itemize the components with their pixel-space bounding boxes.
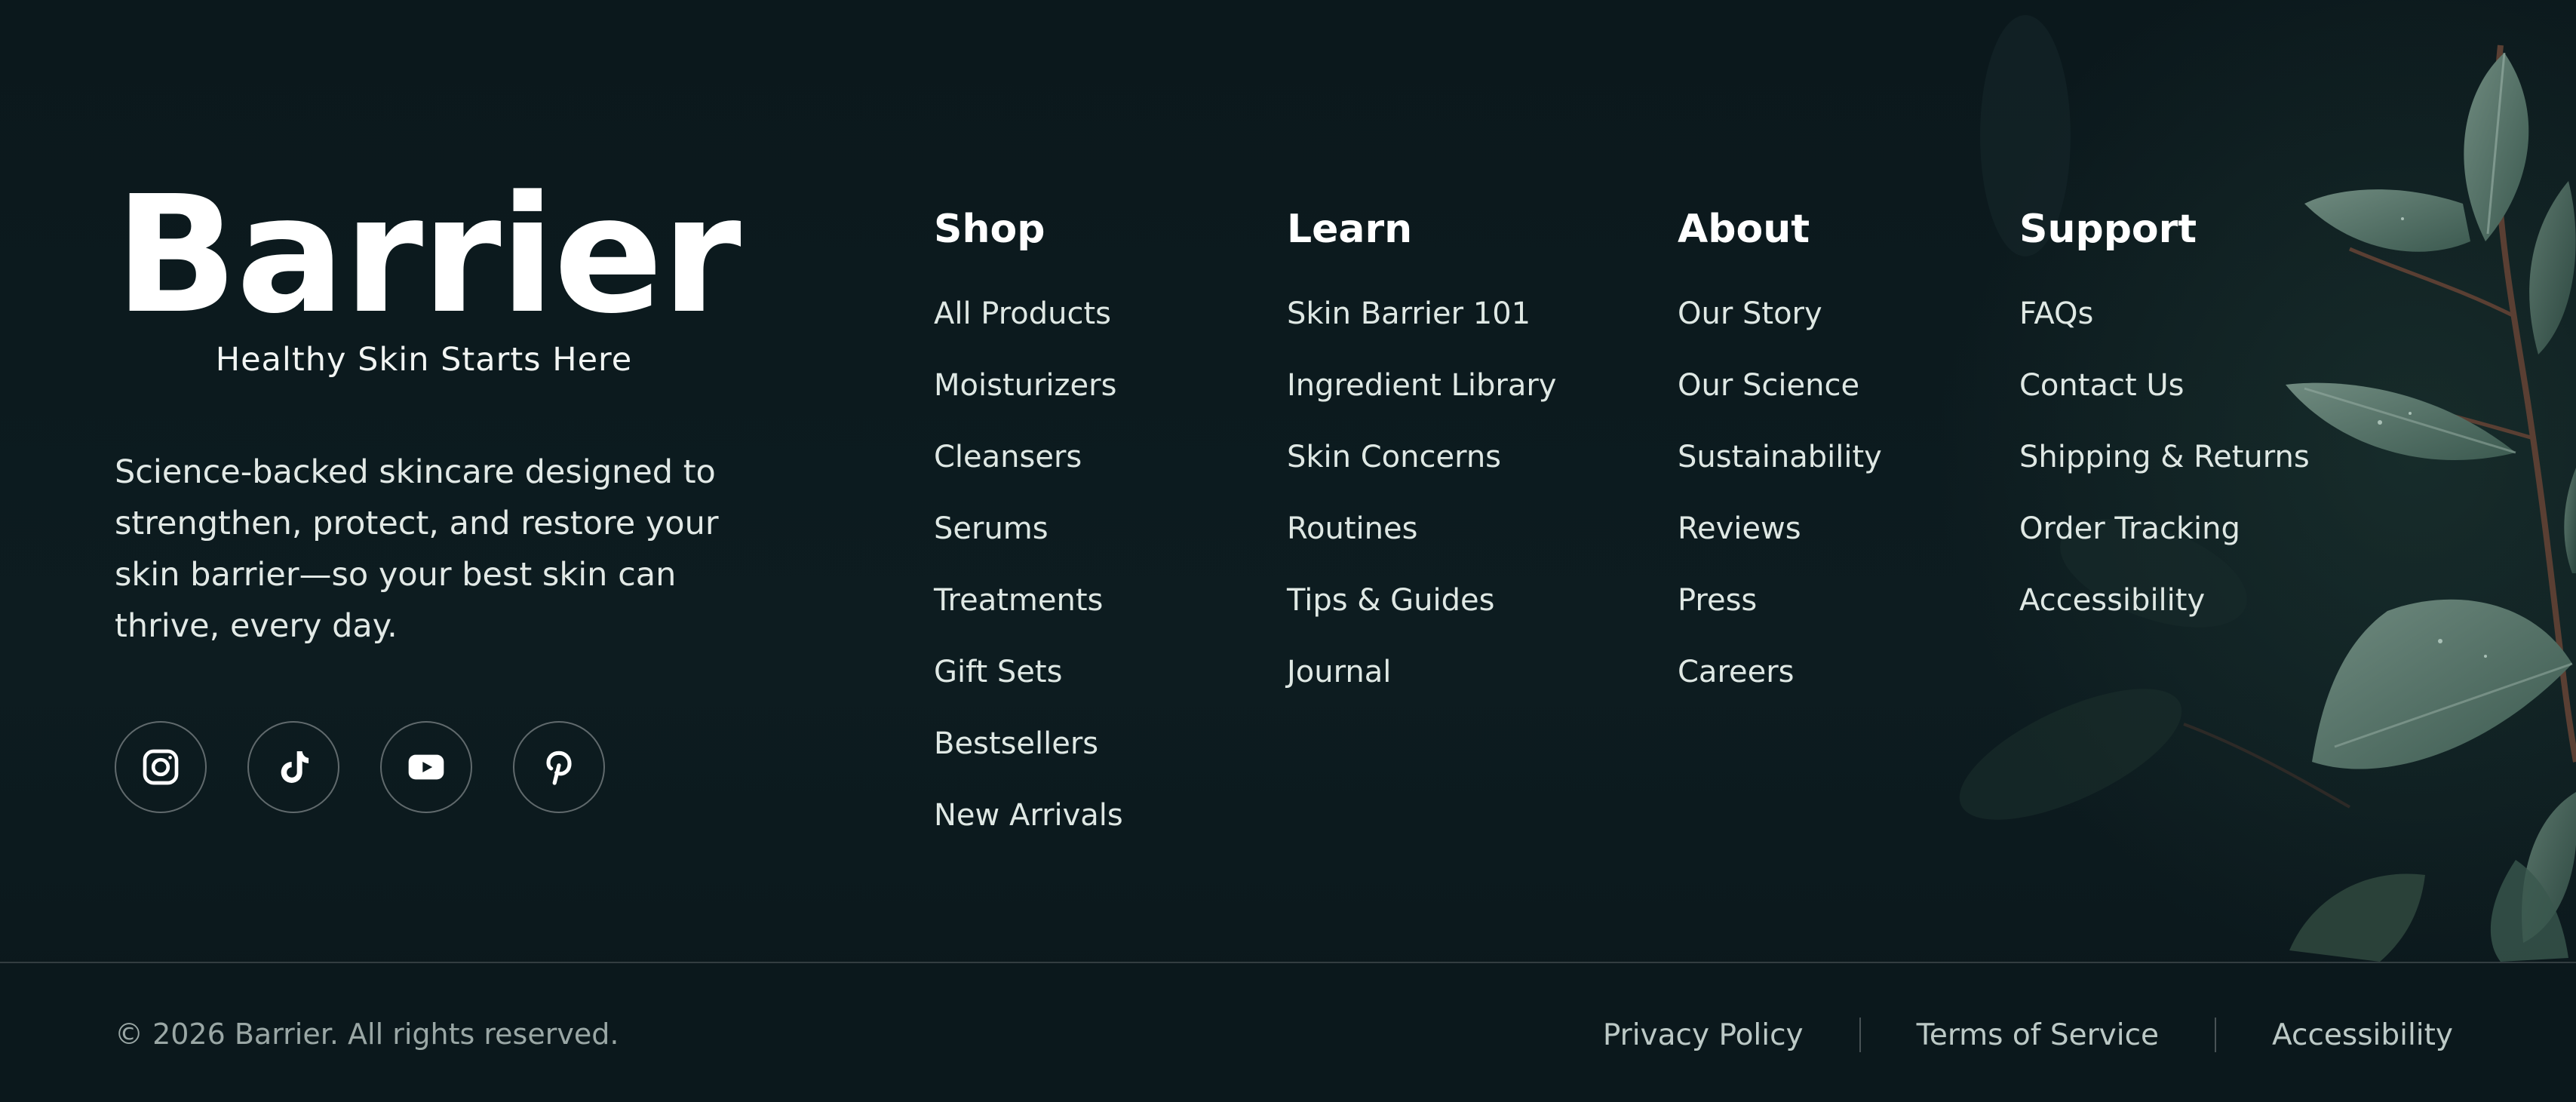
- accessibility-link[interactable]: Accessibility: [2272, 1018, 2453, 1052]
- footer-link-routines[interactable]: Routines: [1287, 511, 1556, 547]
- footer-link-cleansers[interactable]: Cleansers: [934, 439, 1123, 475]
- privacy-policy-link[interactable]: Privacy Policy: [1603, 1018, 1804, 1052]
- footer-link-skin-concerns[interactable]: Skin Concerns: [1287, 439, 1556, 475]
- footer-link-journal[interactable]: Journal: [1287, 654, 1556, 690]
- legal-separator: [2215, 1018, 2217, 1052]
- tiktok-icon: [281, 751, 309, 783]
- copyright-text: © 2026 Barrier. All rights reserved.: [115, 1018, 619, 1051]
- footer-link-reviews[interactable]: Reviews: [1678, 511, 1882, 547]
- footer-link-skin-barrier-101[interactable]: Skin Barrier 101: [1287, 296, 1556, 332]
- footer-column-about: About Our Story Our Science Sustainabili…: [1678, 205, 1882, 726]
- brand-logo[interactable]: Barrier: [115, 175, 741, 336]
- footer-column-shop: Shop All Products Moisturizers Cleansers…: [934, 205, 1123, 869]
- footer-link-all-products[interactable]: All Products: [934, 296, 1123, 332]
- footer-column-learn: Learn Skin Barrier 101 Ingredient Librar…: [1287, 205, 1556, 726]
- column-title-about: About: [1678, 207, 1810, 252]
- footer-link-press[interactable]: Press: [1678, 582, 1882, 619]
- tiktok-link[interactable]: [247, 721, 339, 813]
- pinterest-link[interactable]: [513, 721, 605, 813]
- footer-link-sustainability[interactable]: Sustainability: [1678, 439, 1882, 475]
- brand-description: Science-backed skincare designed to stre…: [115, 453, 719, 645]
- footer-link-new-arrivals[interactable]: New Arrivals: [934, 797, 1123, 833]
- footer-link-tips-guides[interactable]: Tips & Guides: [1287, 582, 1556, 619]
- footer-link-accessibility[interactable]: Accessibility: [2019, 582, 2310, 619]
- instagram-link[interactable]: [115, 721, 207, 813]
- brand-block: Barrier Healthy Skin Starts Here: [115, 175, 741, 379]
- footer-link-serums[interactable]: Serums: [934, 511, 1123, 547]
- footer-column-support: Support FAQs Contact Us Shipping & Retur…: [2019, 205, 2310, 654]
- legal-separator: [1859, 1018, 1861, 1052]
- footer-link-ingredient-library[interactable]: Ingredient Library: [1287, 367, 1556, 404]
- footer-link-order-tracking[interactable]: Order Tracking: [2019, 511, 2310, 547]
- column-title-learn: Learn: [1287, 207, 1413, 252]
- footer-link-treatments[interactable]: Treatments: [934, 582, 1123, 619]
- instagram-icon: [143, 749, 179, 785]
- footer-bottom-bar: © 2026 Barrier. All rights reserved. Pri…: [0, 963, 2576, 1102]
- youtube-link[interactable]: [380, 721, 472, 813]
- social-links: [115, 721, 605, 813]
- youtube-icon: [408, 754, 444, 780]
- footer-link-faqs[interactable]: FAQs: [2019, 296, 2310, 332]
- footer-link-contact-us[interactable]: Contact Us: [2019, 367, 2310, 404]
- pinterest-icon: [546, 751, 572, 785]
- column-title-shop: Shop: [934, 207, 1045, 252]
- column-title-support: Support: [2019, 207, 2197, 252]
- footer-link-careers[interactable]: Careers: [1678, 654, 1882, 690]
- footer-link-bestsellers[interactable]: Bestsellers: [934, 726, 1123, 762]
- legal-links: Privacy Policy Terms of Service Accessib…: [1603, 1018, 2453, 1052]
- footer-link-moisturizers[interactable]: Moisturizers: [934, 367, 1123, 404]
- footer-link-our-story[interactable]: Our Story: [1678, 296, 1882, 332]
- footer-link-our-science[interactable]: Our Science: [1678, 367, 1882, 404]
- terms-of-service-link[interactable]: Terms of Service: [1917, 1018, 2159, 1052]
- footer-link-shipping-returns[interactable]: Shipping & Returns: [2019, 439, 2310, 475]
- site-footer: Barrier Healthy Skin Starts Here Science…: [0, 0, 2576, 1102]
- footer-link-gift-sets[interactable]: Gift Sets: [934, 654, 1123, 690]
